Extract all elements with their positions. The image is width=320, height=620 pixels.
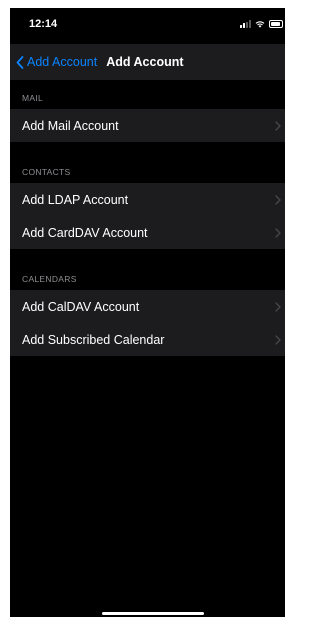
section-header-mail: MAIL [22, 93, 44, 103]
status-icons [240, 20, 283, 28]
list-item-label: Add CardDAV Account [22, 225, 148, 240]
list-item-add-mail-account[interactable]: Add Mail Account [10, 109, 285, 142]
chevron-right-icon [275, 194, 281, 205]
chevron-left-icon [16, 55, 24, 69]
chevron-right-icon [275, 120, 281, 131]
battery-icon [269, 20, 283, 28]
back-button[interactable]: Add Account [10, 55, 97, 69]
home-indicator[interactable] [102, 612, 204, 615]
chevron-right-icon [275, 301, 281, 312]
section-header-contacts: CONTACTS [22, 167, 71, 177]
section-header-calendars: CALENDARS [22, 274, 77, 284]
status-bar: 12:14 [10, 8, 285, 44]
page-title: Add Account [106, 55, 184, 69]
cellular-signal-icon [240, 20, 251, 28]
chevron-right-icon [275, 227, 281, 238]
list-item-add-subscribed-calendar[interactable]: Add Subscribed Calendar [10, 323, 285, 356]
navigation-bar: Add Account Add Account [10, 44, 285, 80]
list-item-add-carddav-account[interactable]: Add CardDAV Account [10, 216, 285, 249]
phone-screen: 12:14 Add Account Add Account MAIL Add M… [10, 8, 285, 617]
list-item-label: Add LDAP Account [22, 192, 129, 207]
list-item-label: Add Mail Account [22, 118, 119, 133]
list-item-label: Add CalDAV Account [22, 299, 140, 314]
back-button-label: Add Account [27, 55, 98, 69]
status-time: 12:14 [29, 18, 58, 30]
chevron-right-icon [275, 334, 281, 345]
wifi-icon [255, 21, 265, 28]
list-item-label: Add Subscribed Calendar [22, 332, 165, 347]
list-item-add-ldap-account[interactable]: Add LDAP Account [10, 183, 285, 216]
list-item-add-caldav-account[interactable]: Add CalDAV Account [10, 290, 285, 323]
